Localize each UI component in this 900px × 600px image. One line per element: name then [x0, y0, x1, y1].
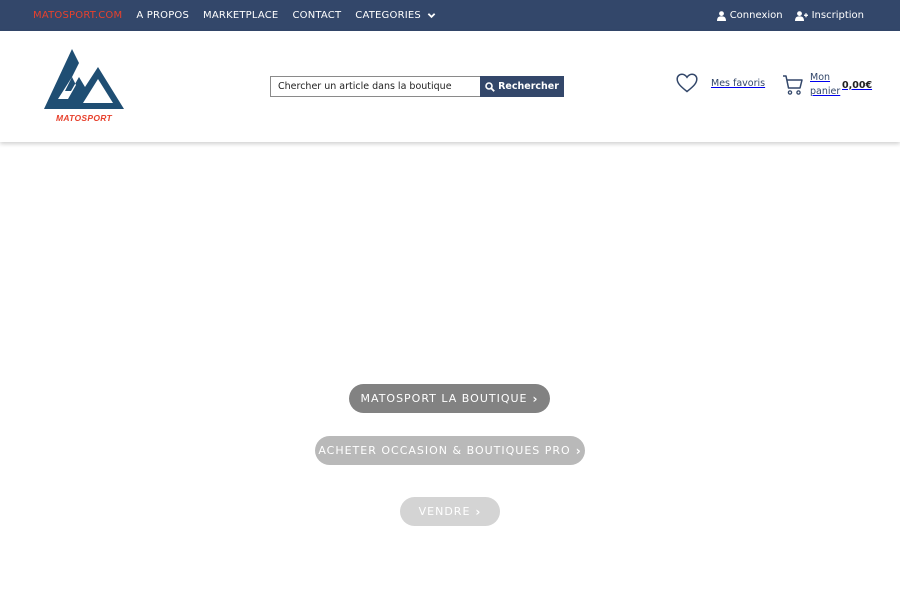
chevron-down-icon [427, 13, 436, 19]
login-link[interactable]: Connexion [716, 10, 783, 21]
chevron-right-icon: › [532, 391, 539, 406]
chevron-right-icon: › [575, 443, 582, 458]
top-navigation-bar: MATOSPORT.COM A PROPOS MARKETPLACE CONTA… [0, 0, 900, 31]
signup-label: Inscription [811, 10, 864, 21]
search-icon [485, 81, 495, 92]
search-input[interactable] [270, 76, 480, 97]
search-form: Rechercher [270, 76, 564, 97]
chevron-right-icon: › [475, 504, 482, 519]
nav-link-contact[interactable]: CONTACT [292, 10, 341, 21]
logo-mark-icon [44, 49, 124, 109]
nav-link-a-propos[interactable]: A PROPOS [136, 10, 189, 21]
nav-link-matosport[interactable]: MATOSPORT.COM [33, 10, 122, 21]
cart-label: Mon panier [810, 72, 841, 97]
favorites-link[interactable]: Mes favoris [676, 73, 765, 93]
search-button-label: Rechercher [498, 81, 559, 92]
sell-button[interactable]: VENDRE › [400, 497, 500, 526]
favorites-label: Mes favoris [711, 77, 766, 89]
buy-used-button[interactable]: ACHETER OCCASION & BOUTIQUES PRO › [315, 436, 585, 465]
sell-button-label: VENDRE [418, 505, 471, 518]
cart-icon [783, 75, 803, 95]
shop-button[interactable]: MATOSPORT LA BOUTIQUE › [349, 384, 550, 413]
heart-icon [676, 73, 698, 93]
shop-button-label: MATOSPORT LA BOUTIQUE [360, 392, 528, 405]
search-button[interactable]: Rechercher [480, 76, 564, 97]
user-icon [716, 10, 726, 21]
matosport-logo[interactable]: MATOSPORT [43, 47, 125, 125]
logo-wordmark: MATOSPORT [55, 113, 113, 123]
nav-categories-dropdown[interactable]: CATEGORIES [355, 10, 436, 21]
nav-link-marketplace[interactable]: MARKETPLACE [203, 10, 278, 21]
main-menu: MATOSPORT.COM A PROPOS MARKETPLACE CONTA… [0, 10, 450, 21]
signup-link[interactable]: Inscription [794, 10, 864, 21]
account-links: Connexion Inscription [705, 10, 900, 21]
site-header: MATOSPORT Rechercher Mes favoris Mon pan… [0, 31, 900, 142]
login-label: Connexion [729, 10, 783, 21]
cart-link[interactable]: Mon panier 0,00€ [782, 71, 872, 99]
cart-total: 0,00€ [842, 79, 873, 91]
nav-categories-label: CATEGORIES [355, 10, 421, 21]
buy-used-button-label: ACHETER OCCASION & BOUTIQUES PRO [318, 444, 571, 457]
user-plus-icon [794, 10, 808, 21]
